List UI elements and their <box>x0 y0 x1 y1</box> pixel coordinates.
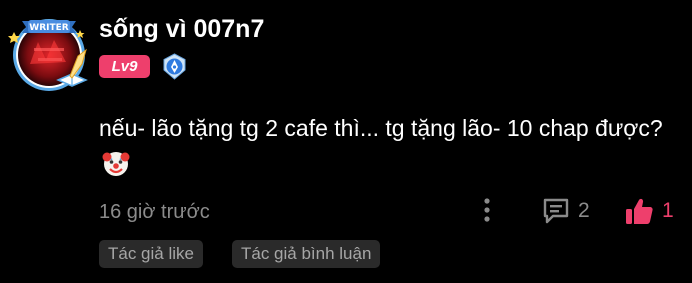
author-liked-tag: Tác giả like <box>99 240 203 268</box>
reply-button[interactable]: 2 <box>541 196 590 226</box>
clown-face-icon <box>101 148 131 178</box>
more-vertical-icon <box>484 198 490 222</box>
author-commented-tag: Tác giả bình luận <box>232 240 381 268</box>
quill-badge-icon <box>161 53 188 80</box>
more-options-button[interactable] <box>477 196 497 226</box>
comment-body: nếu- lão tặng tg 2 cafe thì... tg tặng l… <box>99 115 663 141</box>
comment-text: nếu- lão tặng tg 2 cafe thì... tg tặng l… <box>99 110 679 182</box>
avatar[interactable]: WRITER <box>8 12 90 94</box>
username[interactable]: sống vì 007n7 <box>99 15 264 44</box>
comment-icon <box>543 198 569 224</box>
reply-count: 2 <box>578 199 590 222</box>
like-button[interactable]: 1 <box>624 195 674 227</box>
like-count: 1 <box>662 199 674 222</box>
writer-frame-avatar-icon: WRITER <box>8 19 88 91</box>
thumbs-up-icon <box>626 198 653 224</box>
level-badge: Lv9 <box>99 55 150 78</box>
avatar-frame-label: WRITER <box>29 23 68 33</box>
timestamp: 16 giờ trước <box>99 201 210 223</box>
